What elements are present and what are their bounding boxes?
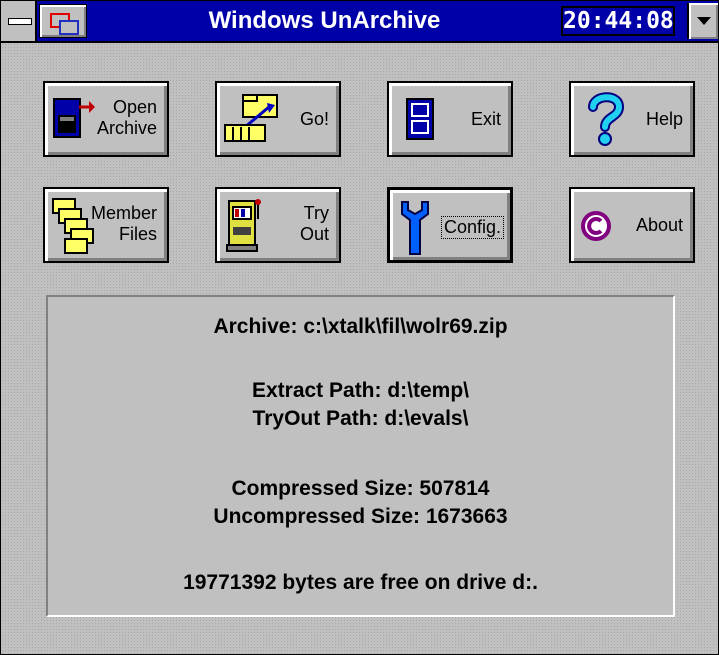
about-label: About <box>635 215 683 235</box>
archive-path-text: Archive: c:\xtalk\fil\wolr69.zip <box>213 315 508 338</box>
title-bar: Windows UnArchive 20:44:08 <box>1 1 718 43</box>
exit-door-icon <box>406 98 434 140</box>
dropdown-button[interactable] <box>687 3 718 39</box>
chevron-down-icon <box>697 17 711 25</box>
copyright-icon <box>581 211 611 241</box>
clock-time: 20:44:08 <box>563 8 674 34</box>
exit-button[interactable]: Exit <box>387 81 513 157</box>
question-mark-icon <box>588 92 625 146</box>
tryout-path-text: TryOut Path: d:\evals\ <box>252 407 469 430</box>
help-label: Help <box>645 109 683 129</box>
window-title: Windows UnArchive <box>208 7 441 34</box>
clock-display: 20:44:08 <box>561 6 675 36</box>
system-menu-button[interactable] <box>1 1 37 41</box>
hand-folder-icon <box>224 94 278 142</box>
about-button[interactable]: About <box>569 187 695 263</box>
open-archive-label: Open Archive <box>96 97 157 138</box>
system-menu-icon <box>8 18 32 25</box>
uncompressed-size-text: Uncompressed Size: 1673663 <box>213 505 508 528</box>
app-switch-icon[interactable] <box>39 4 87 38</box>
try-out-button[interactable]: Try Out <box>215 187 341 263</box>
stacked-files-icon <box>52 198 94 254</box>
cabinet-arrow-icon <box>53 98 95 138</box>
archive-info-panel: Archive: c:\xtalk\fil\wolr69.zip Extract… <box>46 295 675 617</box>
slot-machine-icon <box>226 199 261 252</box>
wrench-icon <box>401 201 429 255</box>
exit-label: Exit <box>470 109 501 129</box>
extract-path-text: Extract Path: d:\temp\ <box>251 379 470 402</box>
member-files-label: Member Files <box>90 203 157 244</box>
config-label: Config. <box>440 216 504 239</box>
member-files-button[interactable]: Member Files <box>43 187 169 263</box>
config-button[interactable]: Config. <box>387 187 513 263</box>
try-out-label: Try Out <box>299 203 329 244</box>
go-label: Go! <box>299 109 329 129</box>
help-button[interactable]: Help <box>569 81 695 157</box>
free-space-text: 19771392 bytes are free on drive d:. <box>183 571 538 594</box>
app-window: Windows UnArchive 20:44:08 Open Archive G… <box>0 0 719 655</box>
go-button[interactable]: Go! <box>215 81 341 157</box>
compressed-size-text: Compressed Size: 507814 <box>231 477 490 500</box>
open-archive-button[interactable]: Open Archive <box>43 81 169 157</box>
